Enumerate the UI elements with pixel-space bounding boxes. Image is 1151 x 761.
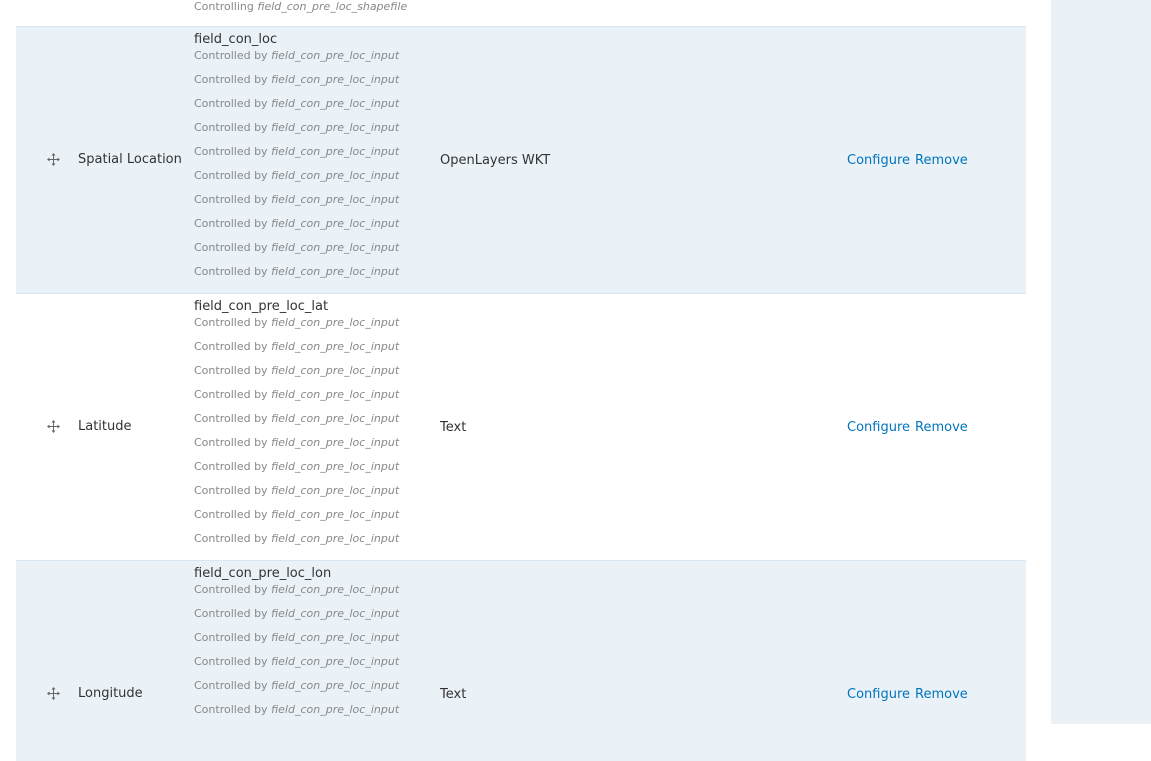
drag-handle-icon[interactable] <box>47 687 60 700</box>
dependency-note: Controlled by field_con_pre_loc_input <box>194 217 400 230</box>
dependency-note: Controlled by field_con_pre_loc_input <box>194 169 400 182</box>
field-label: Spatial Location <box>78 152 182 167</box>
manage-fields-table: Controlling field_con_pre_loc_shapefile … <box>16 0 1026 761</box>
table-row-partial: Controlling field_con_pre_loc_shapefile <box>16 0 1026 27</box>
widget-type: Text <box>440 687 467 702</box>
dependency-note: Controlled by field_con_pre_loc_input <box>194 193 400 206</box>
field-machine-name: field_con_pre_loc_lat <box>194 299 329 314</box>
drag-handle-icon[interactable] <box>47 153 60 166</box>
dependency-note: Controlled by field_con_pre_loc_input <box>194 340 400 353</box>
dependency-note: Controlled by field_con_pre_loc_input <box>194 364 400 377</box>
dependency-note: Controlled by field_con_pre_loc_input <box>194 583 400 596</box>
dependency-note: Controlled by field_con_pre_loc_input <box>194 145 400 158</box>
dependency-note: Controlled by field_con_pre_loc_input <box>194 655 400 668</box>
field-info: field_con_loc Controlled by field_con_pr… <box>194 32 399 289</box>
dependency-note: Controlled by field_con_pre_loc_input <box>194 49 400 62</box>
dependency-note: Controlled by field_con_pre_loc_input <box>194 679 400 692</box>
field-info: field_con_pre_loc_lat Controlled by fiel… <box>194 299 399 556</box>
configure-link[interactable]: Configure <box>847 153 910 168</box>
dependency-note: Controlled by field_con_pre_loc_input <box>194 703 400 716</box>
dependency-prefix: Controlling <box>194 0 254 13</box>
dependency-note: Controlled by field_con_pre_loc_input <box>194 607 400 620</box>
dependency-note: Controlled by field_con_pre_loc_input <box>194 388 400 401</box>
drag-handle-icon[interactable] <box>47 420 60 433</box>
field-label: Longitude <box>78 686 143 701</box>
remove-link[interactable]: Remove <box>915 153 968 168</box>
remove-link[interactable]: Remove <box>915 687 968 702</box>
field-info: field_con_pre_loc_lon Controlled by fiel… <box>194 566 399 727</box>
field-machine-name: field_con_pre_loc_lon <box>194 566 332 581</box>
table-row: Spatial Location field_con_loc Controlle… <box>16 27 1026 294</box>
field-label: Latitude <box>78 419 132 434</box>
dependency-note: Controlled by field_con_pre_loc_input <box>194 316 400 329</box>
dependency-note: Controlled by field_con_pre_loc_input <box>194 436 400 449</box>
dependency-note: Controlled by field_con_pre_loc_input <box>194 484 400 497</box>
dependency-note: Controlled by field_con_pre_loc_input <box>194 73 400 86</box>
remove-link[interactable]: Remove <box>915 420 968 435</box>
row-operations: Configure Remove <box>847 420 973 436</box>
dependency-note: Controlled by field_con_pre_loc_input <box>194 460 400 473</box>
table-row: Latitude field_con_pre_loc_lat Controlle… <box>16 294 1026 561</box>
row-operations: Configure Remove <box>847 153 973 169</box>
right-sidebar <box>1051 0 1151 724</box>
dependency-note: Controlled by field_con_pre_loc_input <box>194 631 400 644</box>
dependency-note: Controlling field_con_pre_loc_shapefile <box>194 0 407 14</box>
dependency-note: Controlled by field_con_pre_loc_input <box>194 508 400 521</box>
dependency-note: Controlled by field_con_pre_loc_input <box>194 532 400 545</box>
configure-link[interactable]: Configure <box>847 687 910 702</box>
dependency-note: Controlled by field_con_pre_loc_input <box>194 265 400 278</box>
dependency-field: field_con_pre_loc_shapefile <box>257 0 408 13</box>
dependency-note: Controlled by field_con_pre_loc_input <box>194 97 400 110</box>
dependency-note: Controlled by field_con_pre_loc_input <box>194 241 400 254</box>
configure-link[interactable]: Configure <box>847 420 910 435</box>
field-machine-name: field_con_loc <box>194 32 278 47</box>
dependency-note: Controlled by field_con_pre_loc_input <box>194 121 400 134</box>
widget-type: OpenLayers WKT <box>440 153 551 168</box>
widget-type: Text <box>440 420 467 435</box>
row-operations: Configure Remove <box>847 687 973 703</box>
dependency-note: Controlled by field_con_pre_loc_input <box>194 412 400 425</box>
table-row: Longitude field_con_pre_loc_lon Controll… <box>16 561 1026 761</box>
